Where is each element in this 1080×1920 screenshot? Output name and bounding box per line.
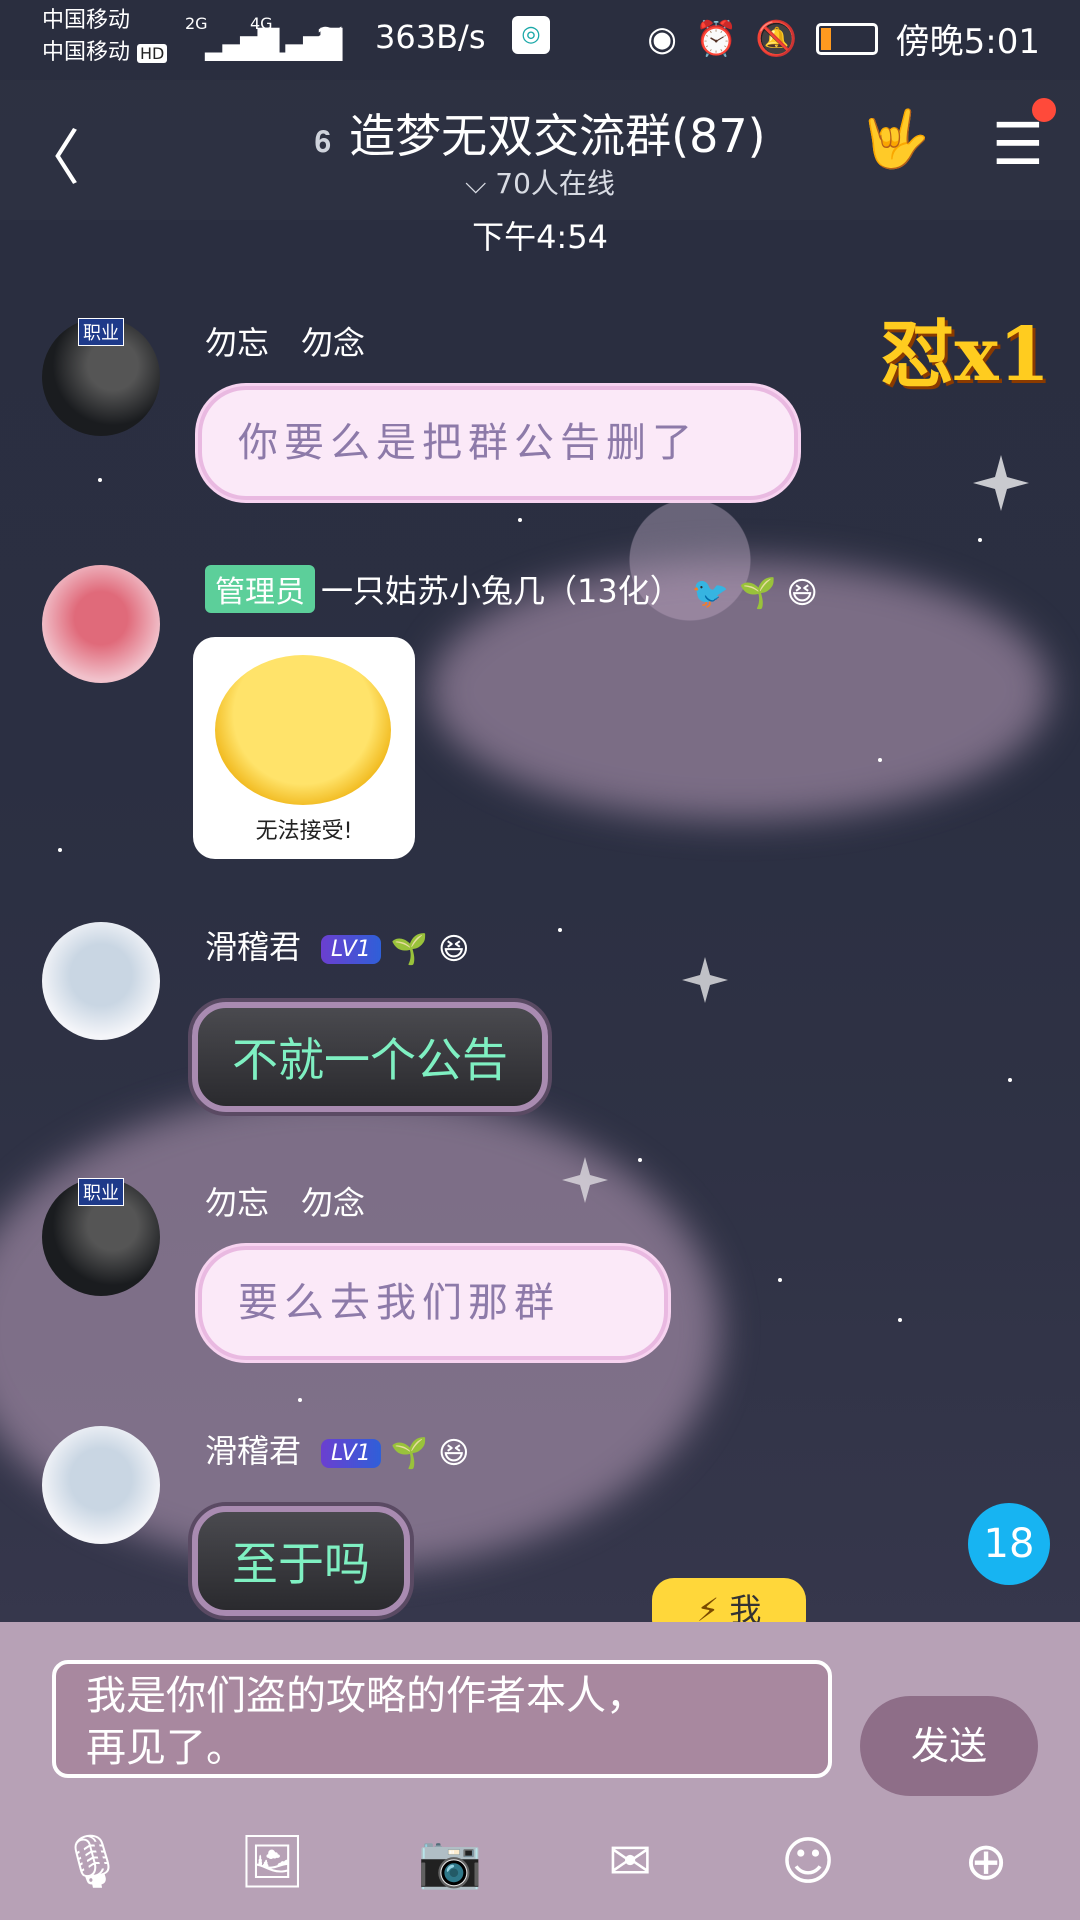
input-panel: 我是你们盗的攻略的作者本人， 再见了。 发送 🎙 🖼 📷 ✉ ☺ ⊕ <box>0 1622 1080 1920</box>
grin-face-icon <box>215 655 391 805</box>
carrier-label: 中国移动 <box>42 8 131 33</box>
input-toolbar: 🎙 🖼 📷 ✉ ☺ ⊕ <box>0 1822 1080 1920</box>
unread-count-badge[interactable]: 18 <box>968 1503 1050 1585</box>
chat-screen: 中国移动 中国移动 HD 2G ▂▄▆█ 4G ▂▄▆█ ≋ 363B/s ◎ … <box>0 0 1080 1920</box>
carrier-label-2: 中国移动 HD <box>42 38 168 69</box>
smile-badge-icon: 😆 <box>786 575 818 611</box>
plus-icon[interactable]: ⊕ <box>946 1822 1026 1902</box>
sender-name-row: 滑稽君 LV1 🌱 😆 <box>205 922 469 968</box>
sticker-caption: 无法接受! <box>255 819 353 844</box>
notification-dot <box>1032 98 1056 122</box>
avatar[interactable] <box>42 565 160 683</box>
level-badge: LV1 <box>321 934 381 964</box>
message-timestamp: 下午4:54 <box>472 218 608 256</box>
job-badge: 职业 <box>78 1178 124 1206</box>
sprout-icon: 🌱 <box>390 1435 429 1471</box>
sender-name[interactable]: 滑稽君 <box>205 1432 301 1470</box>
message-bubble[interactable]: 至于吗 <box>192 1506 410 1616</box>
emoji-icon[interactable]: ☺ <box>768 1822 848 1902</box>
bird-icon: 🐦 <box>691 575 730 611</box>
ear-icon: 𝟔 <box>314 125 332 160</box>
smile-badge-icon: 😆 <box>438 1435 470 1471</box>
clock: 傍晚5:01 <box>895 22 1040 62</box>
avatar[interactable] <box>42 922 160 1040</box>
status-bar: 中国移动 中国移动 HD 2G ▂▄▆█ 4G ▂▄▆█ ≋ 363B/s ◎ … <box>0 0 1080 80</box>
microphone-icon[interactable]: 🎙 <box>52 1822 132 1902</box>
camera-icon[interactable]: 📷 <box>410 1822 490 1902</box>
sticker-image[interactable]: 无法接受! <box>193 637 415 859</box>
combo-effect: 怼x1 <box>880 312 1050 398</box>
wifi-icon: ≋ <box>315 16 346 57</box>
sender-name-row: 管理员 一只姑苏小兔几（13化） 🐦 🌱 😆 <box>205 565 818 613</box>
sender-name[interactable]: 勿忘 勿念 <box>205 318 365 364</box>
job-badge: 职业 <box>78 318 124 346</box>
sender-name-row: 滑稽君 LV1 🌱 😆 <box>205 1426 469 1472</box>
hd-badge: HD <box>137 44 168 63</box>
sender-name[interactable]: 滑稽君 <box>205 928 301 966</box>
image-icon[interactable]: 🖼 <box>232 1822 312 1902</box>
level-badge: LV1 <box>321 1438 381 1468</box>
sprout-icon: 🌱 <box>390 931 429 967</box>
message-bubble[interactable]: 你要么是把群公告删了 <box>198 386 798 500</box>
sender-name[interactable]: 一只姑苏小兔几（13化） <box>321 572 682 610</box>
app-notification-icon: ◎ <box>512 16 550 54</box>
chat-header: 〈 𝟔 造梦无双交流群(87) ⌵ 70人在线 🤟 ☰ <box>0 80 1080 220</box>
sender-name[interactable]: 勿忘 勿念 <box>205 1178 365 1224</box>
network-speed: 363B/s <box>375 18 486 56</box>
battery-icon <box>815 22 878 55</box>
smile-badge-icon: 😆 <box>438 931 470 967</box>
message-bubble[interactable]: 不就一个公告 <box>192 1002 548 1112</box>
menu-icon[interactable]: ☰ <box>992 110 1044 178</box>
message-bubble[interactable]: 要么去我们那群 <box>198 1246 668 1360</box>
red-envelope-icon[interactable]: ✉ <box>590 1822 670 1902</box>
sprout-icon: 🌱 <box>739 575 777 611</box>
status-right: ◉ ⏰ 🔕 傍晚5:01 <box>647 14 1040 63</box>
message-input[interactable]: 我是你们盗的攻略的作者本人， 再见了。 <box>52 1660 832 1778</box>
eye-icon: ◉ <box>647 18 677 59</box>
alarm-icon: ⏰ <box>694 18 738 59</box>
admin-badge: 管理员 <box>205 565 315 613</box>
chevron-down-icon: ⌵ <box>465 167 487 200</box>
avatar[interactable] <box>42 1426 160 1544</box>
hand-gesture-icon[interactable]: 🤟 <box>860 106 930 172</box>
send-button[interactable]: 发送 <box>860 1696 1038 1796</box>
mute-icon: 🔕 <box>755 18 798 59</box>
